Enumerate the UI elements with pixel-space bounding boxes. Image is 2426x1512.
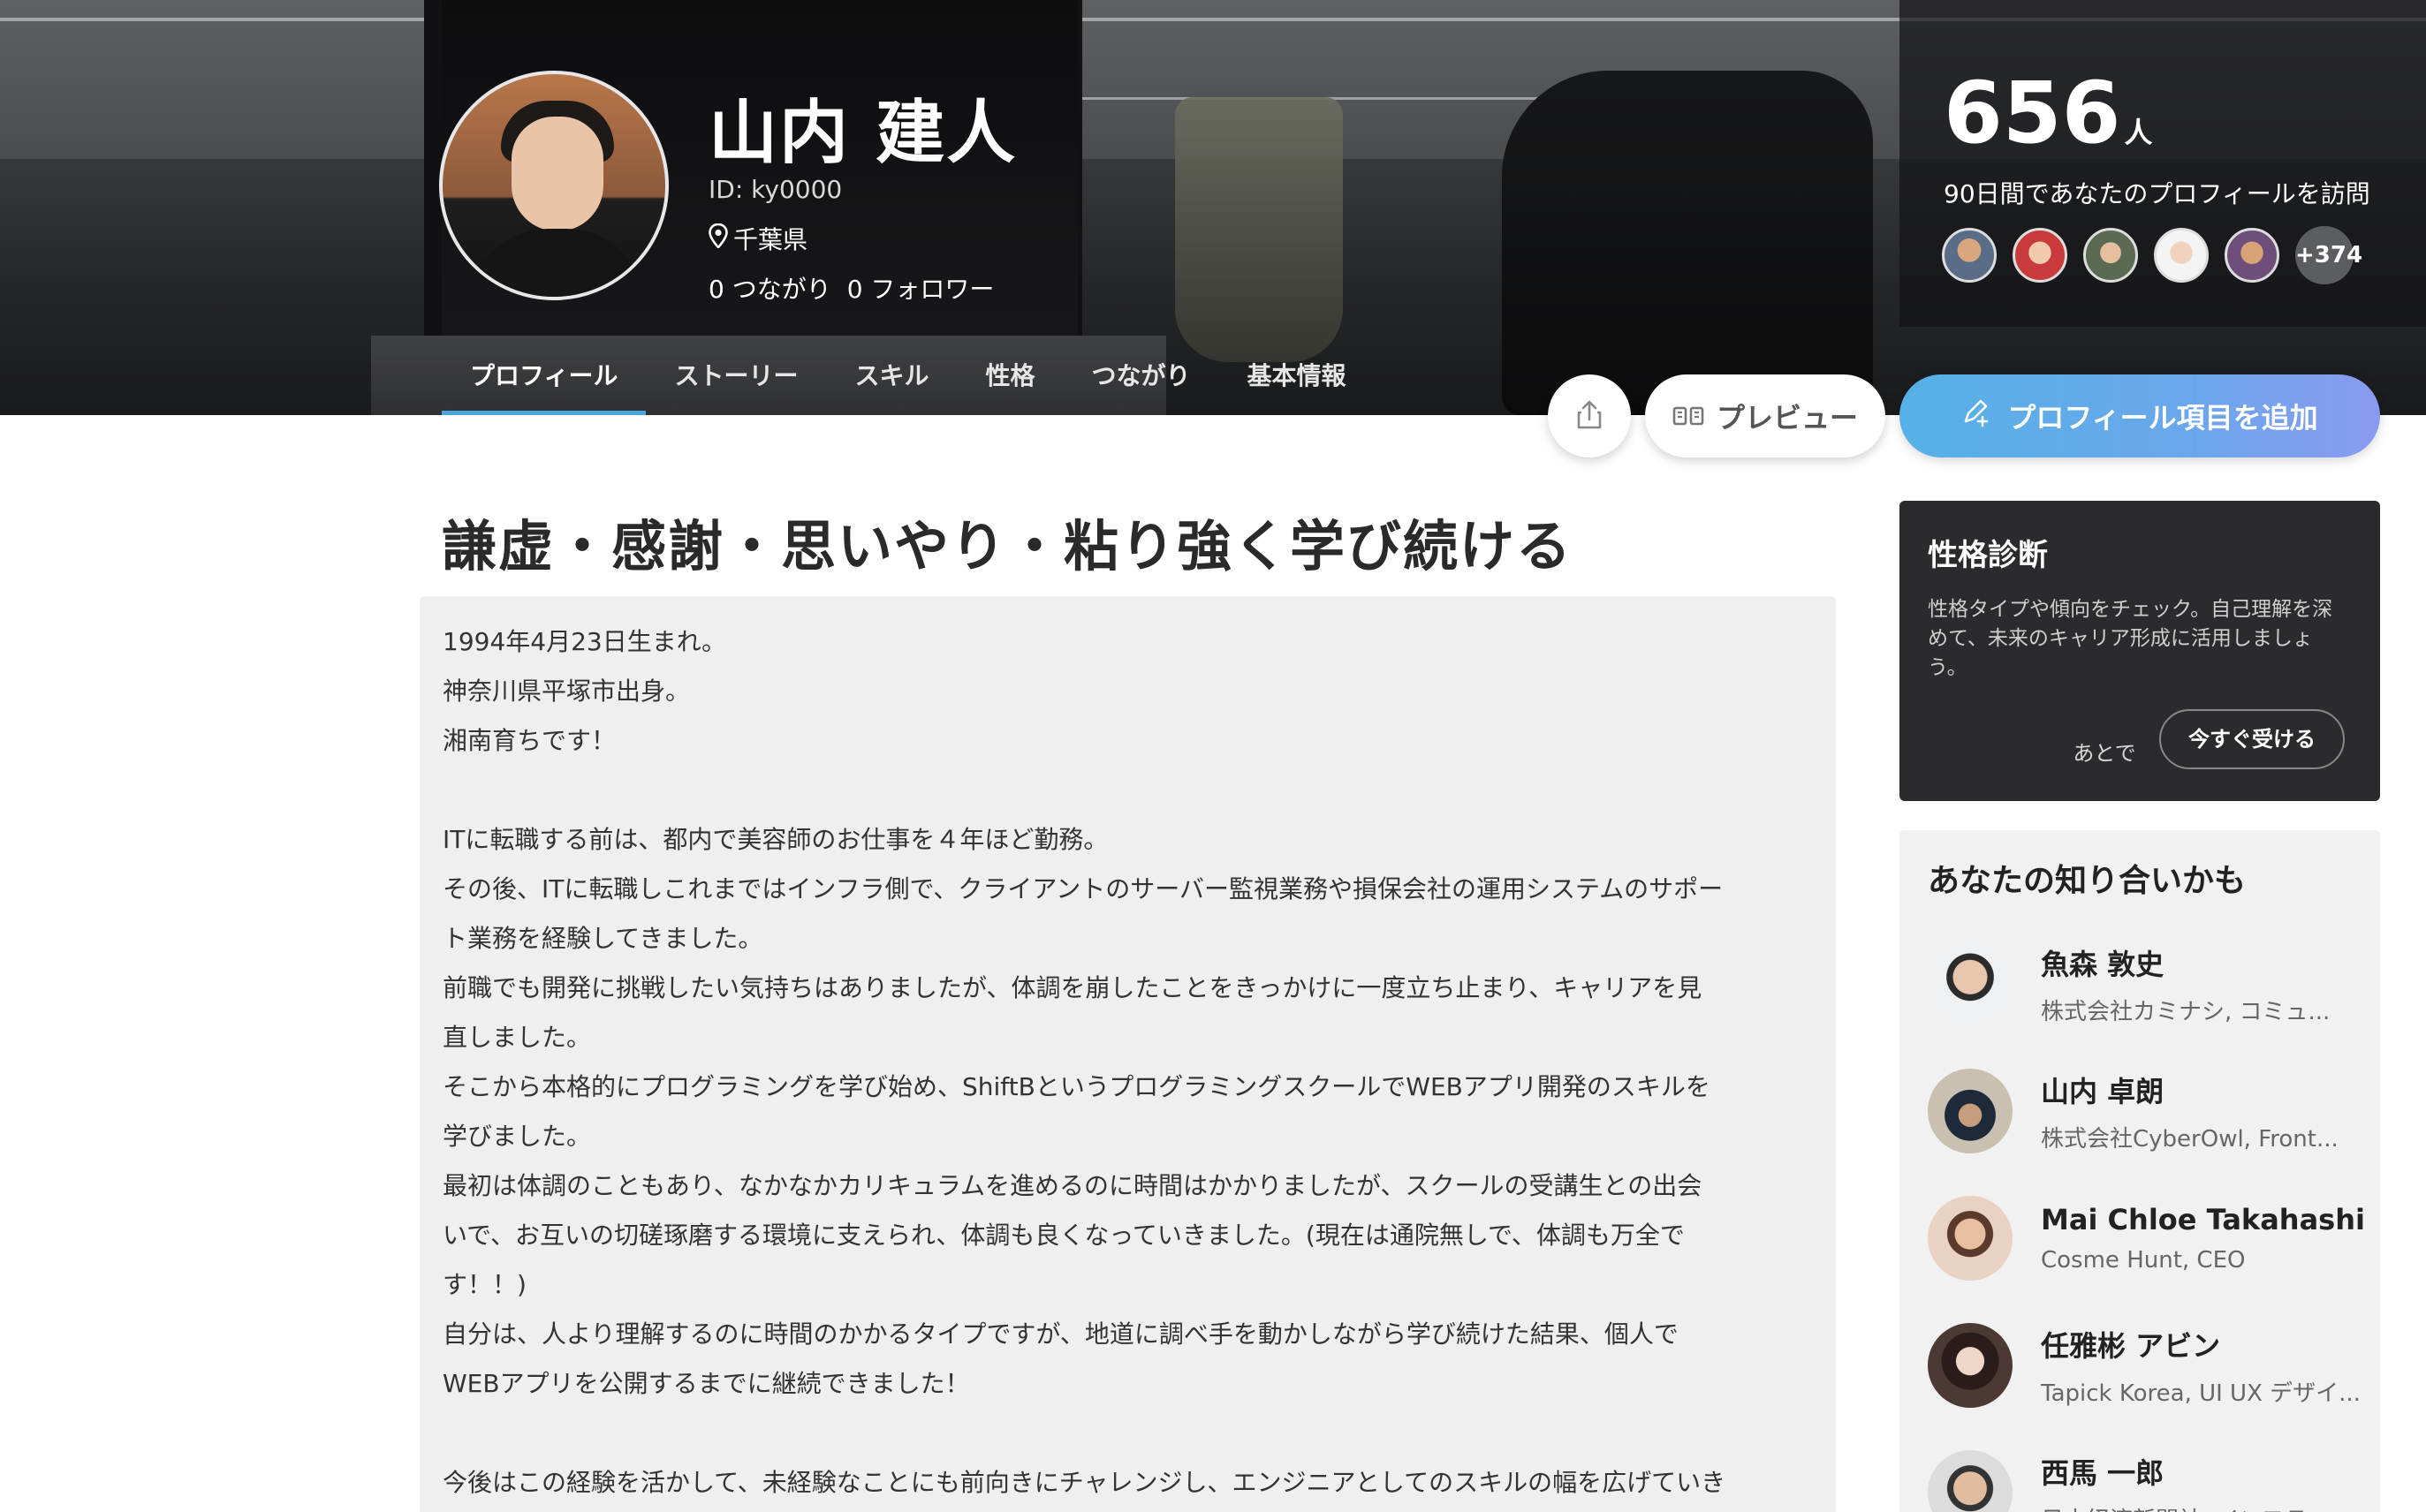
avatar (1928, 1323, 2013, 1408)
share-icon (1576, 399, 1603, 433)
bio-line: 1994年4月23日生まれ。 (443, 627, 726, 656)
visitor-avatar[interactable] (1942, 228, 1997, 283)
bio-line: ITに転職する前は、都内で美容師のお仕事を４年ほど勤務。 (443, 825, 1109, 854)
profile-name: 山内 建人 (709, 94, 1018, 173)
profile-avatar[interactable] (439, 71, 669, 300)
preview-icon (1672, 399, 1704, 433)
personality-description: 性格タイプや傾向をチェック。自己理解を深めて、未来のキャリア形成に活用しましょう… (1928, 598, 2333, 679)
suggested-person-name: 西馬 一郎 (2041, 1455, 2164, 1490)
bio-line: ト業務を経験してきました。 (443, 924, 763, 953)
share-button[interactable] (1548, 374, 1631, 457)
preview-label: プレビュー (1716, 401, 1858, 435)
tab-skills[interactable]: スキル (826, 357, 957, 415)
suggested-person-role: Tapick Korea, UI UX デザイ... (2041, 1380, 2359, 1407)
location-text: 千葉県 (733, 225, 808, 254)
tab-basic-info[interactable]: 基本情報 (1219, 357, 1375, 415)
take-now-button[interactable]: 今すぐ受ける (2159, 709, 2345, 769)
suggested-person-role: 日本経済新聞社, インフラ... (2041, 1502, 2330, 1512)
suggested-person-name: Mai Chloe Takahashi (2041, 1203, 2365, 1236)
preview-button[interactable]: プレビュー (1645, 374, 1885, 457)
bio-line: 今後はこの経験を活かして、未経験なことにも前向きにチャレンジし、エンジニアとして… (443, 1468, 1726, 1497)
visitor-avatars: +374 (1942, 226, 2362, 284)
profile-page: 山内 建人 ID: ky0000 千葉県 0 つながり 0 フォロワー プロフィ… (0, 0, 2426, 1512)
later-button[interactable]: あとで (2051, 727, 2157, 780)
suggested-person-role: 株式会社カミナシ, コミュ... (2041, 998, 2331, 1025)
avatar-face (512, 117, 603, 231)
visitor-avatar[interactable] (2154, 228, 2209, 283)
suggested-person[interactable]: 西馬 一郎 日本経済新聞社, インフラ... (1928, 1450, 2330, 1512)
suggested-people-title: あなたの知り合いかも (1928, 863, 2247, 899)
tab-personality[interactable]: 性格 (957, 357, 1063, 415)
bio-line: 最初は体調のこともあり、なかなかカリキュラムを進めるのに時間はかかりましたが、ス… (443, 1171, 1702, 1200)
bio-line: そこから本格的にプログラミングを学び始め、ShiftBというプログラミングスクー… (443, 1072, 1710, 1101)
suggested-person[interactable]: 魚森 敦史 株式会社カミナシ, コミュ... (1928, 941, 2330, 1026)
personality-title: 性格診断 (1928, 538, 2048, 573)
tab-profile[interactable]: プロフィール (442, 357, 647, 415)
connection-stats: 0 つながり 0 フォロワー (709, 270, 994, 306)
suggested-person-info: 任雅彬 アビン Tapick Korea, UI UX デザイ... (2041, 1324, 2359, 1408)
bio-line: その後、ITに転職しこれまではインフラ側で、クライアントのサーバー監視業務や損保… (443, 874, 1724, 903)
visitor-count-number: 656 (1944, 64, 2121, 163)
visitor-avatar[interactable] (2225, 228, 2279, 283)
tab-connections[interactable]: つながり (1064, 357, 1219, 415)
visitor-avatar[interactable] (2013, 228, 2067, 283)
tab-story[interactable]: ストーリー (646, 357, 826, 415)
avatar (1928, 1196, 2013, 1281)
visitor-description: 90日間であなたのプロフィールを訪問 (1944, 179, 2370, 208)
suggested-person-info: 西馬 一郎 日本経済新聞社, インフラ... (2041, 1451, 2330, 1512)
pencil-plus-icon (1961, 397, 1991, 435)
followers-link[interactable]: 0 フォロワー (847, 270, 995, 306)
add-profile-item-label: プロフィール項目を追加 (2007, 401, 2318, 435)
bio-line: WEBアプリを公開するまでに継続できました！ (443, 1369, 970, 1398)
suggested-person-name: 山内 卓朗 (2041, 1074, 2164, 1108)
bio-line: す！！) (443, 1270, 527, 1299)
suggested-person-info: 魚森 敦史 株式会社カミナシ, コミュ... (2041, 942, 2330, 1026)
visitor-more-count[interactable]: +374 (2295, 226, 2362, 284)
personality-card: 性格診断 性格タイプや傾向をチェック。自己理解を深めて、未来のキャリア形成に活用… (1899, 501, 2380, 801)
suggested-person[interactable]: 山内 卓朗 株式会社CyberOwl, Front... (1928, 1069, 2339, 1153)
bio-line (443, 766, 1813, 815)
avatar-body (469, 229, 646, 297)
bio-line: 自分は、人より理解するのに時間のかかるタイプですが、地道に調べ手を動かしながら学… (443, 1319, 1679, 1349)
bio-line: 神奈川県平塚市出身。 (443, 677, 691, 706)
suggested-person-name: 任雅彬 アビン (2041, 1328, 2221, 1363)
visitor-count-unit: 人 (2124, 116, 2153, 149)
avatar (1928, 941, 2013, 1026)
profile-headline: 謙虚・感謝・思いやり・粘り強く学び続ける (442, 514, 1573, 578)
location-pin-icon (709, 223, 728, 254)
suggested-person-role: 株式会社CyberOwl, Front... (2041, 1125, 2339, 1153)
suggested-person-name: 魚森 敦史 (2041, 947, 2164, 981)
avatar (1928, 1450, 2013, 1512)
bio-line: いで、お互いの切磋琢磨する環境に支えられ、体調も良くなっていきました。(現在は通… (443, 1221, 1685, 1250)
add-profile-item-button[interactable]: プロフィール項目を追加 (1899, 374, 2380, 457)
visitor-avatar[interactable] (2083, 228, 2138, 283)
visitor-count: 656 人 (1944, 71, 2152, 155)
bio-line: 湘南育ちです！ (443, 726, 617, 755)
connections-link[interactable]: 0 つながり (709, 270, 831, 306)
suggested-people-card: あなたの知り合いかも 魚森 敦史 株式会社カミナシ, コミュ... 山内 卓朗 … (1899, 830, 2380, 1512)
bio-line: 学びました。 (443, 1122, 592, 1151)
suggested-person[interactable]: Mai Chloe Takahashi Cosme Hunt, CEO (1928, 1196, 2365, 1281)
bio-line: 直しました。 (443, 1023, 592, 1052)
suggested-person[interactable]: 任雅彬 アビン Tapick Korea, UI UX デザイ... (1928, 1323, 2359, 1408)
suggested-person-role: Cosme Hunt, CEO (2041, 1247, 2246, 1274)
bio-line (443, 1409, 1813, 1458)
bio-line: 前職でも開発に挑戦したい気持ちはありましたが、体調を崩したことをきっかけに一度立… (443, 973, 1702, 1002)
suggested-person-info: 山内 卓朗 株式会社CyberOwl, Front... (2041, 1070, 2339, 1153)
profile-tabs: プロフィール ストーリー スキル 性格 つながり 基本情報 (442, 357, 1375, 415)
profile-location: 千葉県 (709, 221, 807, 256)
profile-visitors-panel[interactable]: 656 人 90日間であなたのプロフィールを訪問 +374 (1899, 0, 2426, 327)
profile-id: ID: ky0000 (709, 175, 843, 204)
suggested-person-info: Mai Chloe Takahashi Cosme Hunt, CEO (2041, 1203, 2365, 1274)
profile-bio: 1994年4月23日生まれ。 神奈川県平塚市出身。 湘南育ちです！ ITに転職す… (420, 596, 1836, 1512)
avatar (1928, 1069, 2013, 1153)
